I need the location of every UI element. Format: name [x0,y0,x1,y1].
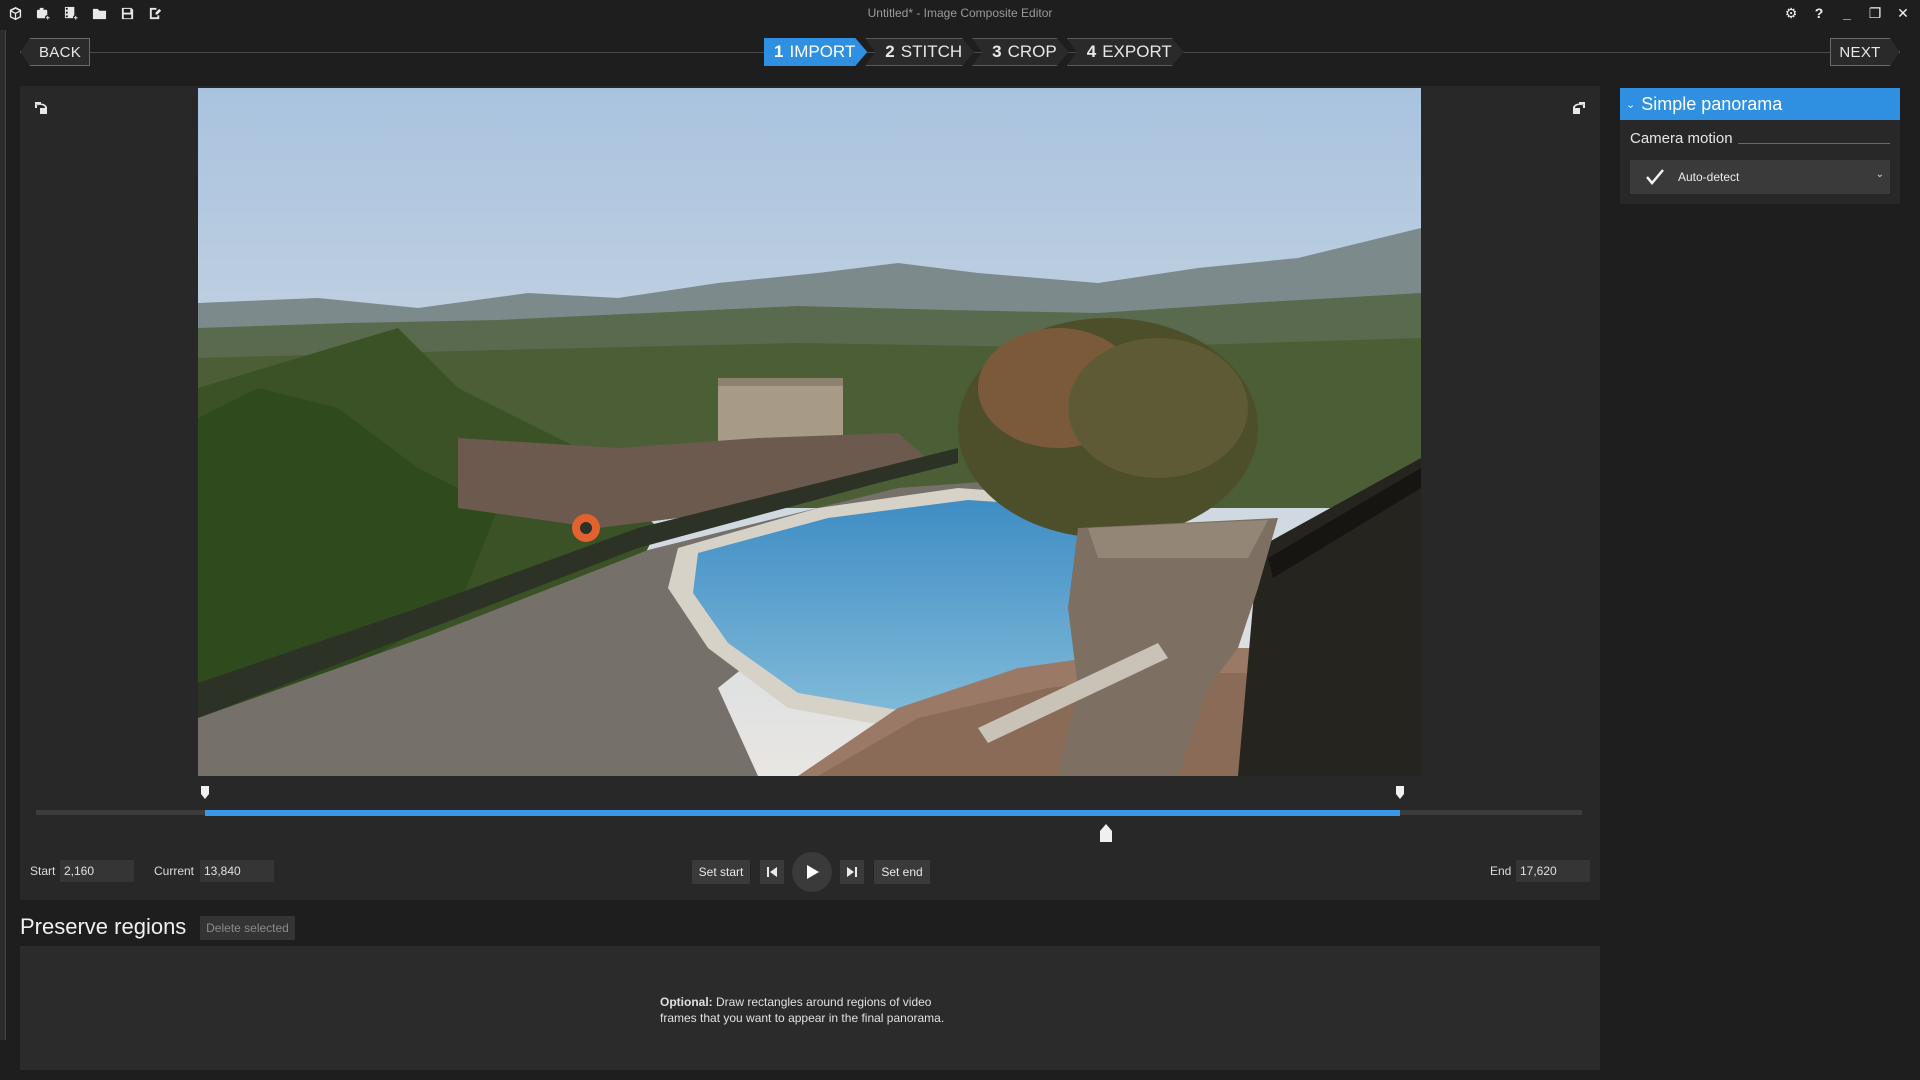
checkmark-icon [1644,166,1666,188]
preserve-regions-hint: Optional: Draw rectangles around regions… [660,994,960,1026]
camera-motion-dropdown[interactable]: Auto-detect ⌄ [1630,160,1890,194]
next-button[interactable]: NEXT [1830,38,1900,66]
preserve-regions-area[interactable]: Optional: Draw rectangles around regions… [20,946,1600,1070]
camera-motion-value: Auto-detect [1678,170,1740,184]
end-field[interactable]: 17,620 [1516,860,1590,882]
close-icon[interactable]: ✕ [1892,2,1914,24]
video-frame[interactable] [198,88,1421,776]
play-button[interactable] [792,852,832,892]
settings-icon[interactable]: ⚙ [1780,2,1802,24]
step-number: 3 [992,42,1002,61]
start-marker-icon[interactable] [200,786,210,800]
previous-frame-icon[interactable] [760,860,784,884]
chevron-down-icon: ⌄ [1626,98,1636,111]
simple-panorama-header[interactable]: ⌄ Simple panorama [1620,88,1900,120]
camera-motion-label: Camera motion [1630,130,1733,147]
end-label: End [1490,864,1512,878]
step-stitch[interactable]: 2 STITCH [865,38,974,66]
step-label: IMPORT [789,42,856,61]
set-start-button[interactable]: Set start [692,860,750,884]
section-title: Simple panorama [1641,93,1783,114]
step-label: EXPORT [1102,42,1172,61]
step-export[interactable]: 4 EXPORT [1067,38,1184,66]
delete-selected-button[interactable]: Delete selected [200,916,295,940]
start-label: Start [30,864,56,878]
start-field[interactable]: 2,160 [60,860,134,882]
set-end-button[interactable]: Set end [874,860,930,884]
step-label: STITCH [900,42,963,61]
timeline-selection[interactable] [204,810,1400,816]
step-crop[interactable]: 3 CROP [972,38,1069,66]
step-tabs: 1 IMPORT 2 STITCH 3 CROP 4 EXPORT [764,38,1182,66]
back-button[interactable]: BACK [20,38,90,66]
current-field[interactable]: 13,840 [200,860,274,882]
step-number: 2 [885,42,895,61]
step-label: CROP [1007,42,1057,61]
end-marker-icon[interactable] [1395,786,1405,800]
hint-bold-label: Optional: [660,995,713,1009]
video-preview-panel: Start 2,160 Current 13,840 Set start Set… [20,86,1600,900]
step-navigation: BACK 1 IMPORT 2 STITCH 3 CROP 4 EXPORT NEXT [0,38,1920,68]
window-controls: ⚙ ? _ ❐ ✕ [1780,2,1914,24]
rotate-left-icon[interactable] [32,98,52,118]
camera-motion-divider [1738,143,1890,144]
restore-icon[interactable]: ❐ [1864,2,1886,24]
left-window-edge [0,30,6,1040]
step-number: 1 [774,42,784,61]
minimize-icon[interactable]: _ [1836,2,1858,24]
next-frame-icon[interactable] [840,860,864,884]
playhead-icon[interactable] [1099,824,1113,842]
window-title: Untitled* - Image Composite Editor [867,6,1053,20]
chevron-down-icon: ⌄ [1875,169,1884,180]
timeline-controls: Start 2,160 Current 13,840 Set start Set… [20,852,1600,892]
title-bar: Untitled* - Image Composite Editor ⚙ ? _… [0,0,1920,28]
current-label: Current [154,864,195,878]
step-number: 4 [1086,42,1097,61]
step-import[interactable]: 1 IMPORT [764,38,867,66]
settings-panel: ⌄ Simple panorama Camera motion Auto-det… [1620,88,1900,204]
preserve-regions-title: Preserve regions [20,914,187,939]
help-icon[interactable]: ? [1808,2,1830,24]
rotate-right-icon[interactable] [1568,98,1588,118]
